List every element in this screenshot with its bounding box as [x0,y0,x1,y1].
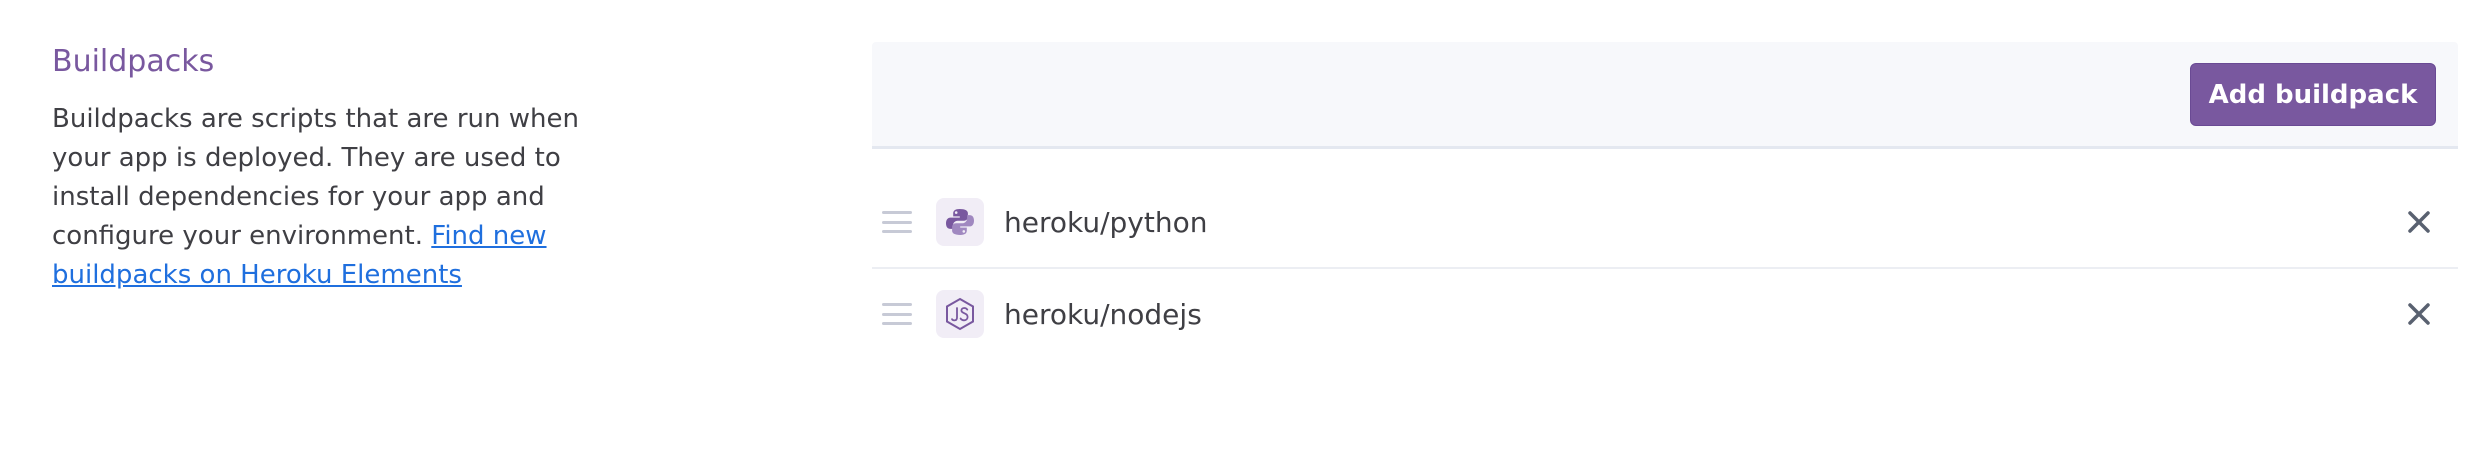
buildpack-list: heroku/python heroku/nodejs [872,177,2458,359]
section-title: Buildpacks [52,44,215,79]
buildpacks-description: Buildpacks Buildpacks are scripts that a… [52,40,612,295]
buildpack-name: heroku/python [1004,205,1208,239]
buildpacks-panel: Add buildpack heroku/python heroku/nodej… [872,42,2458,359]
buildpack-row: heroku/nodejs [872,267,2458,359]
section-description-block: Buildpacks are scripts that are run when… [52,100,612,295]
buildpack-name: heroku/nodejs [1004,297,1202,331]
buildpack-row: heroku/python [872,177,2458,267]
buildpacks-panel-header: Add buildpack [872,42,2458,149]
nodejs-icon [936,290,984,338]
buildpacks-settings-section: Buildpacks Buildpacks are scripts that a… [0,0,2488,458]
drag-handle-icon[interactable] [882,303,912,325]
remove-buildpack-close-icon[interactable] [2402,205,2436,239]
add-buildpack-button[interactable]: Add buildpack [2190,63,2436,126]
python-icon [936,198,984,246]
drag-handle-icon[interactable] [882,211,912,233]
remove-buildpack-close-icon[interactable] [2402,297,2436,331]
